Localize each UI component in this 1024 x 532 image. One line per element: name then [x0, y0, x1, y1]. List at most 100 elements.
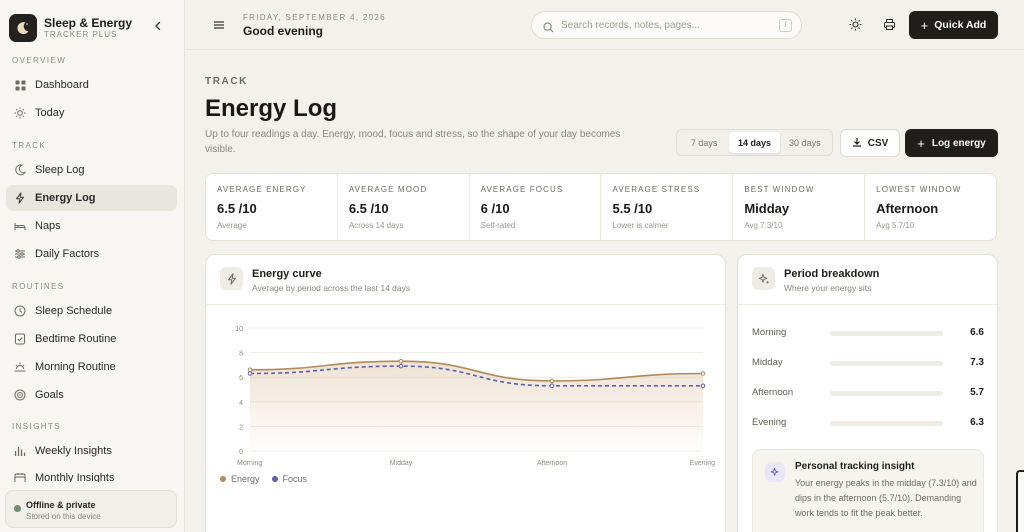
period-bar-track [830, 331, 943, 336]
card-subtitle: Average by period across the last 14 day… [252, 283, 411, 293]
stat-label: AVERAGE FOCUS [480, 185, 564, 194]
calendar-icon [14, 472, 26, 482]
page-eyebrow: TRACK [205, 76, 248, 87]
data-point-energy [247, 367, 253, 373]
sidebar-item-morning-routine[interactable]: Morning Routine [6, 354, 177, 380]
sidebar-item-goals[interactable]: Goals [6, 382, 177, 408]
bar-chart-icon [14, 445, 26, 457]
period-value: 5.7 [970, 387, 984, 398]
sidebar-item-dashboard[interactable]: Dashboard [6, 72, 177, 98]
sidebar-item-label: Energy Log [35, 192, 96, 204]
x-tick-label: Midday [390, 460, 413, 467]
collapse-sidebar-icon[interactable] [151, 19, 165, 33]
stat-average-stress: AVERAGE STRESS 5.5 /10 Lower is calmer [601, 174, 734, 240]
period-breakdown-card: Period breakdown Where your energy sits … [737, 254, 998, 532]
stat-label: AVERAGE ENERGY [217, 185, 307, 194]
sparkle-icon [752, 267, 775, 290]
clock-icon [14, 305, 26, 317]
range-7-days[interactable]: 7 days [679, 132, 729, 153]
sidebar-item-monthly-insights[interactable]: Monthly Insights [6, 466, 177, 482]
sidebar-item-label: Sleep Log [35, 164, 85, 176]
bolt-icon [14, 192, 26, 204]
sidebar-item-weekly-insights[interactable]: Weekly Insights [6, 438, 177, 464]
stat-sub: Lower is calmer [612, 221, 669, 230]
card-subtitle: Where your energy sits [784, 283, 872, 293]
stat-average-energy: AVERAGE ENERGY 6.5 /10 Average [206, 174, 338, 240]
header-greeting: Good evening [243, 24, 324, 38]
search-placeholder: Search records, notes, pages... [561, 20, 700, 31]
theme-toggle-sun-icon[interactable] [848, 17, 863, 32]
stat-label: BEST WINDOW [744, 185, 815, 194]
range-30-days[interactable]: 30 days [780, 132, 830, 153]
insight-title: Personal tracking insight [795, 461, 915, 472]
stats-row: AVERAGE ENERGY 6.5 /10 Average AVERAGE M… [205, 173, 997, 241]
top-header: FRIDAY, SEPTEMBER 4, 2026 Good evening S… [186, 0, 1024, 50]
period-value: 7.3 [970, 357, 984, 368]
bolt-icon [220, 267, 243, 290]
sidebar-item-sleep-schedule[interactable]: Sleep Schedule [6, 298, 177, 324]
sidebar-item-label: Morning Routine [35, 361, 116, 373]
menu-icon[interactable] [212, 18, 226, 32]
sidebar-item-label: Weekly Insights [35, 445, 112, 457]
scrollbar-thumb[interactable] [1016, 470, 1024, 532]
range-14-days[interactable]: 14 days [729, 132, 780, 153]
stat-sub: Average [217, 221, 247, 230]
x-tick-label: Morning [237, 460, 262, 467]
stat-sub: Across 14 days [348, 221, 404, 230]
checklist-icon [14, 333, 26, 345]
search-input[interactable]: Search records, notes, pages... / [531, 11, 802, 39]
period-label: Midday [752, 357, 783, 368]
search-icon [543, 20, 554, 38]
target-icon [14, 389, 26, 401]
sidebar-item-today[interactable]: Today [6, 100, 177, 126]
y-tick-label: 0 [239, 449, 243, 456]
stat-average-focus: AVERAGE FOCUS 6 /10 Self-rated [470, 174, 602, 240]
data-point-focus [700, 383, 706, 389]
plus-icon: + [917, 135, 925, 151]
csv-label: CSV [867, 137, 889, 149]
stat-label: AVERAGE STRESS [612, 185, 701, 194]
stat-sub: Self-rated [480, 221, 516, 230]
stat-value: 6.5 /10 [348, 201, 389, 216]
status-dot [14, 505, 21, 512]
stat-value: 5.5 /10 [612, 201, 653, 216]
data-point-focus [247, 371, 253, 376]
sidebar-item-energy-log[interactable]: Energy Log [6, 185, 177, 211]
log-energy-label: Log energy [931, 137, 986, 149]
bed-icon [14, 220, 26, 232]
period-value: 6.3 [970, 417, 984, 428]
y-tick-label: 10 [235, 326, 243, 333]
card-title: Energy curve [252, 268, 322, 280]
sidebar-item-bedtime-routine[interactable]: Bedtime Routine [6, 326, 177, 352]
legend-label: Energy [231, 474, 260, 484]
sidebar-item-naps[interactable]: Naps [6, 213, 177, 239]
data-point-energy [549, 378, 555, 384]
log-energy-button[interactable]: + Log energy [905, 129, 998, 157]
status-title: Offline & private [26, 500, 96, 510]
period-label: Afternoon [752, 387, 794, 398]
quick-add-button[interactable]: + Quick Add [909, 11, 998, 39]
sidebar-item-label: Today [35, 107, 65, 119]
sidebar: Sleep & Energy TRACKER PLUS OVERVIEW Das… [0, 0, 185, 532]
stat-value: 6.5 /10 [217, 201, 257, 216]
stat-value: 6 /10 [480, 201, 510, 216]
nav-section-track: TRACK [12, 141, 47, 150]
insight-body: Your energy peaks in the midday (7.3/10)… [795, 478, 977, 518]
sidebar-item-label: Daily Factors [35, 248, 100, 260]
data-point-energy [700, 371, 706, 376]
x-tick-label: Afternoon [537, 460, 567, 467]
period-bar-track [830, 391, 943, 396]
export-csv-button[interactable]: CSV [840, 129, 900, 157]
period-label: Morning [752, 327, 787, 338]
period-row-evening: Evening 6.3 [752, 417, 984, 431]
stat-value: Afternoon [876, 201, 939, 216]
print-icon[interactable] [882, 17, 897, 32]
sidebar-item-label: Sleep Schedule [35, 305, 113, 317]
sidebar-item-daily-factors[interactable]: Daily Factors [6, 241, 177, 267]
data-point-focus [398, 363, 404, 369]
status-subtitle: Stored on this device [26, 512, 101, 521]
header-date: FRIDAY, SEPTEMBER 4, 2026 [243, 13, 386, 22]
sidebar-item-label: Dashboard [35, 79, 89, 91]
sidebar-item-sleep-log[interactable]: Sleep Log [6, 157, 177, 183]
plus-icon: + [920, 17, 929, 33]
